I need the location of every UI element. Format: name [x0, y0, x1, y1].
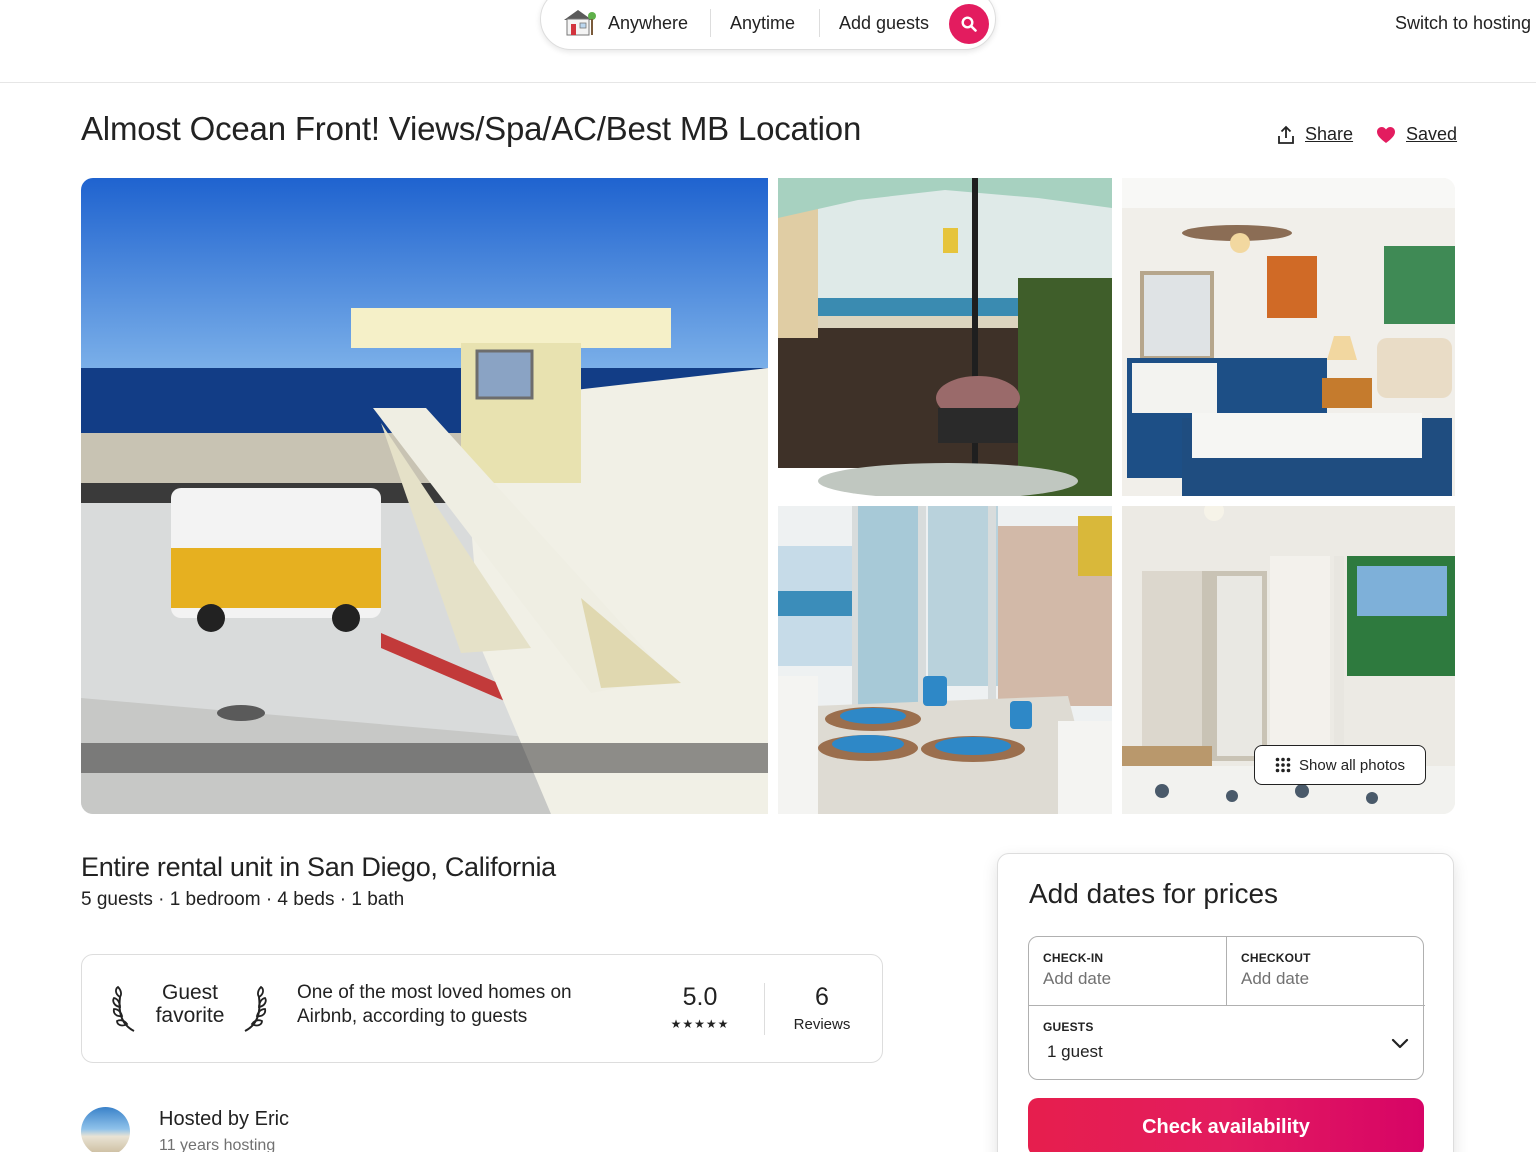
badge-line: Guest	[161, 981, 219, 1004]
badge-line: favorite	[155, 1004, 225, 1027]
guest-favorite-card[interactable]: Guest favorite One of the most loved hom…	[81, 954, 883, 1063]
checkout-field[interactable]: CHECKOUT Add date	[1227, 937, 1425, 1006]
top-header: Anywhere Anytime Add guests Switch to ho…	[0, 0, 1536, 83]
heart-icon	[1377, 126, 1395, 143]
checkin-field[interactable]: CHECK-IN Add date	[1029, 937, 1227, 1006]
grid-dots-icon	[1275, 757, 1291, 773]
laurel-icon	[237, 985, 267, 1033]
checkout-label: CHECKOUT	[1241, 951, 1311, 965]
guest-favorite-badge: Guest favorite	[140, 981, 240, 1027]
bedroom-photo[interactable]	[1122, 178, 1455, 496]
reviews-label[interactable]: Reviews	[782, 1016, 862, 1033]
listing-title: Almost Ocean Front! Views/Spa/AC/Best MB…	[81, 110, 862, 147]
booking-title: Add dates for prices	[1029, 878, 1279, 909]
show-all-photos-label: Show all photos	[1299, 756, 1405, 774]
show-all-photos-button[interactable]: Show all photos	[1254, 745, 1426, 785]
patio-photo[interactable]	[778, 178, 1112, 496]
share-button[interactable]: Share	[1277, 124, 1353, 145]
guests-value: 1 guest	[1047, 1042, 1103, 1061]
rating-stars: ★★★★★	[670, 1017, 730, 1031]
host-years: 11 years hosting	[159, 1137, 276, 1152]
rating-value: 5.0	[682, 983, 718, 1011]
avatar[interactable]	[81, 1107, 130, 1152]
checkin-value: Add date	[1043, 969, 1112, 988]
booking-fields: CHECK-IN Add date CHECKOUT Add date GUES…	[1028, 936, 1425, 1081]
add-guests-button[interactable]: Add guests	[839, 13, 929, 34]
host-name: Hosted by Eric	[159, 1108, 290, 1130]
saved-button[interactable]: Saved	[1376, 124, 1457, 145]
search-button[interactable]	[949, 4, 989, 44]
house-icon	[561, 7, 597, 37]
guest-favorite-description: One of the most loved homes on Airbnb, a…	[297, 982, 572, 1027]
reviews-count[interactable]: 6	[782, 983, 862, 1012]
listing-details: 5 guests · 1 bedroom · 4 beds · 1 bath	[81, 889, 405, 910]
anywhere-button[interactable]: Anywhere	[608, 13, 688, 34]
guests-label: GUESTS	[1043, 1020, 1094, 1034]
guests-select[interactable]: GUESTS 1 guest	[1029, 1006, 1425, 1081]
share-label: Share	[1305, 124, 1354, 144]
listing-type-heading: Entire rental unit in San Diego, Califor…	[81, 852, 556, 882]
photo-gallery	[81, 178, 1455, 814]
main-photo[interactable]	[81, 178, 768, 814]
checkin-label: CHECK-IN	[1043, 951, 1104, 965]
search-icon	[961, 16, 977, 32]
share-icon	[1278, 125, 1294, 144]
checkout-value: Add date	[1241, 969, 1310, 988]
saved-label: Saved	[1406, 124, 1458, 144]
search-divider	[819, 9, 820, 37]
check-availability-button[interactable]: Check availability	[1028, 1098, 1424, 1152]
anytime-button[interactable]: Anytime	[730, 13, 795, 34]
laurel-icon	[112, 985, 142, 1033]
chevron-down-icon	[1391, 1038, 1409, 1049]
search-bar[interactable]: Anywhere Anytime Add guests	[540, 0, 996, 50]
booking-card: Add dates for prices CHECK-IN Add date C…	[997, 853, 1454, 1152]
divider	[764, 983, 765, 1035]
search-divider	[710, 9, 711, 37]
dining-photo[interactable]	[778, 506, 1112, 814]
switch-to-hosting-link[interactable]: Switch to hosting	[1395, 13, 1531, 34]
